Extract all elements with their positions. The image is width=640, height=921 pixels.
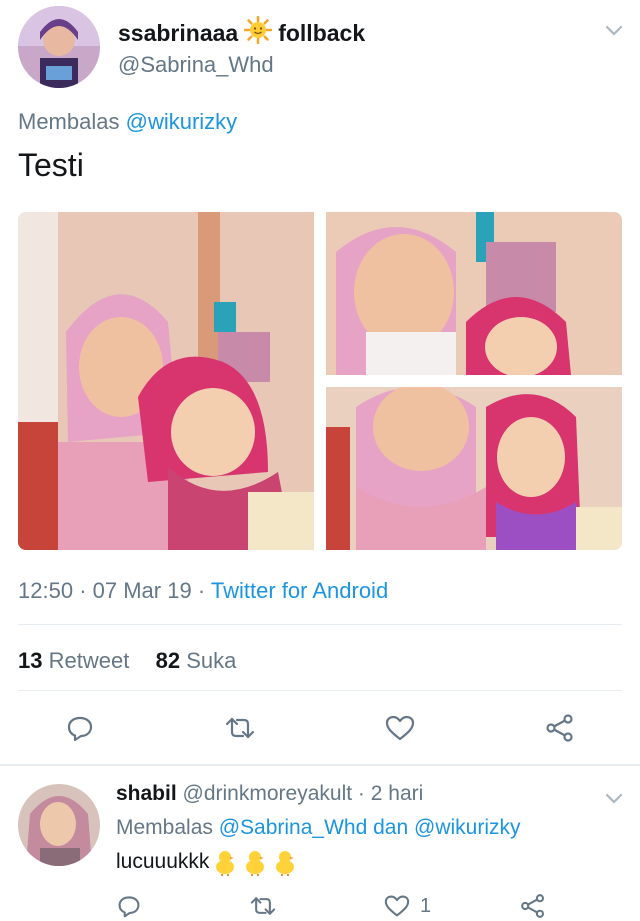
sun-face-icon xyxy=(243,15,273,50)
tweet-text: Testi xyxy=(18,147,84,183)
retweet-icon[interactable] xyxy=(248,892,278,920)
divider xyxy=(18,690,622,691)
retweet-icon[interactable] xyxy=(222,710,258,746)
like-icon[interactable] xyxy=(382,710,418,746)
chevron-down-icon[interactable] xyxy=(600,786,628,810)
like-icon xyxy=(384,894,410,918)
reply-handle[interactable]: @drinkmoreyakult xyxy=(183,782,353,805)
baby-chick-icons xyxy=(213,848,303,876)
reply-to-link-1[interactable]: @Sabrina_Whd xyxy=(219,816,368,839)
photo-3[interactable] xyxy=(326,387,622,550)
reply-to-link-2[interactable]: @wikurizky xyxy=(414,816,521,839)
reply-like[interactable]: 1 xyxy=(384,892,431,920)
reply-context: Membalas @Sabrina_Whd dan @wikurizky xyxy=(116,816,521,840)
reply-to-link[interactable]: @wikurizky xyxy=(126,109,238,134)
reply-display-name[interactable]: shabil xyxy=(116,782,177,805)
handle[interactable]: @Sabrina_Whd xyxy=(118,52,274,78)
avatar[interactable] xyxy=(18,6,100,88)
reply-icon[interactable] xyxy=(114,892,144,920)
reply-avatar[interactable] xyxy=(18,784,100,866)
section-divider xyxy=(0,764,640,766)
photo-2[interactable] xyxy=(326,212,622,375)
tweet-source[interactable]: Twitter for Android xyxy=(211,578,388,603)
reply-text: lucuuukkk xyxy=(116,850,210,873)
reply-prefix: Membalas xyxy=(116,816,213,839)
like-count: 82 xyxy=(155,648,181,673)
reply-time: 2 hari xyxy=(370,782,424,805)
photo-1[interactable] xyxy=(18,212,314,550)
retweet-stat[interactable]: 13 Retweet xyxy=(18,648,135,673)
share-icon[interactable] xyxy=(518,892,548,920)
reply-text-row: lucuuukkk xyxy=(116,848,303,876)
tweet-time: 12:50 xyxy=(18,578,74,603)
retweet-count: 13 xyxy=(18,648,43,673)
timestamp-line: 12:50 · 07 Mar 19 · Twitter for Android xyxy=(18,578,389,603)
display-name-suffix: follback xyxy=(278,19,366,46)
share-icon[interactable] xyxy=(542,710,578,746)
display-name[interactable]: ssabrinaaa follback xyxy=(118,15,366,50)
reply-context: Membalas @wikurizky xyxy=(18,109,237,135)
display-name-prefix: ssabrinaaa xyxy=(118,19,239,46)
tweet-date: 07 Mar 19 xyxy=(92,578,192,603)
divider xyxy=(18,624,622,625)
like-label: Suka xyxy=(186,648,237,673)
reply-header: shabil @drinkmoreyakult · 2 hari xyxy=(116,782,424,805)
reply-and: dan xyxy=(373,816,409,839)
reply-prefix: Membalas xyxy=(18,109,120,134)
stats-row: 13 Retweet 82 Suka xyxy=(18,648,236,674)
chevron-down-icon[interactable] xyxy=(600,18,628,42)
retweet-label: Retweet xyxy=(48,648,130,673)
reply-icon[interactable] xyxy=(62,710,98,746)
reply-like-count: 1 xyxy=(420,894,432,917)
like-stat[interactable]: 82 Suka xyxy=(156,648,237,673)
